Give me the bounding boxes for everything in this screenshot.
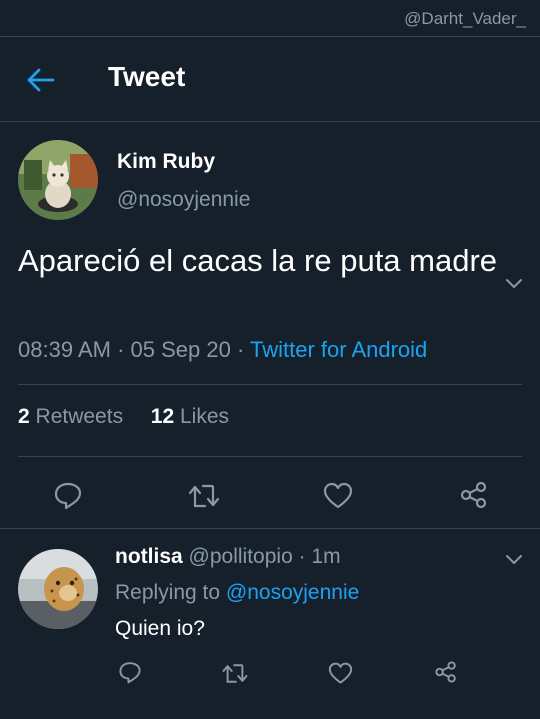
like-label: Likes bbox=[179, 405, 229, 428]
like-icon[interactable] bbox=[328, 662, 353, 685]
replying-to-mention[interactable]: @nosoyjennie bbox=[226, 581, 359, 604]
retweet-icon[interactable] bbox=[187, 482, 221, 510]
header: Tweet bbox=[0, 37, 540, 122]
retweet-count: 2 bbox=[18, 405, 30, 428]
reply-header: notlisa @pollitopio · 1m bbox=[115, 545, 341, 569]
tweet-date: 05 Sep 20 bbox=[130, 337, 231, 362]
divider bbox=[18, 384, 522, 385]
author-handle[interactable]: @nosoyjennie bbox=[117, 188, 250, 212]
replying-to-label: Replying to bbox=[115, 581, 221, 604]
divider bbox=[18, 456, 522, 457]
chevron-down-icon[interactable] bbox=[505, 553, 523, 565]
tweet-text: Apareció el cacas la re puta madre bbox=[18, 243, 498, 278]
tweet-meta: 08:39 AM · 05 Sep 20 · Twitter for Andro… bbox=[18, 337, 427, 363]
reply-time: 1m bbox=[311, 545, 341, 568]
watermark: @Darht_Vader_ bbox=[404, 9, 526, 28]
meta-separator: · bbox=[230, 337, 250, 362]
reply-author-name[interactable]: notlisa bbox=[115, 545, 183, 568]
likes-stat[interactable]: 12 Likes bbox=[151, 405, 229, 428]
replying-to: Replying to @nosoyjennie bbox=[115, 581, 359, 605]
retweet-label: Retweets bbox=[35, 405, 124, 428]
like-icon[interactable] bbox=[323, 482, 353, 510]
page-title: Tweet bbox=[108, 61, 186, 92]
meta-separator: · bbox=[110, 337, 131, 362]
author-name[interactable]: Kim Ruby bbox=[117, 150, 215, 174]
reply-text: Quien io? bbox=[115, 617, 205, 640]
reply-author-handle[interactable]: @pollitopio bbox=[189, 545, 293, 568]
retweet-icon[interactable] bbox=[221, 662, 249, 685]
main-tweet: Kim Ruby @nosoyjennie Apareció el cacas … bbox=[0, 122, 540, 529]
avatar[interactable] bbox=[18, 140, 98, 220]
like-count: 12 bbox=[150, 405, 175, 428]
watermark-bar: @Darht_Vader_ bbox=[0, 0, 540, 37]
share-icon[interactable] bbox=[434, 660, 458, 684]
share-icon[interactable] bbox=[459, 480, 489, 510]
reply-icon[interactable] bbox=[118, 660, 142, 684]
arrow-left-icon[interactable] bbox=[26, 67, 56, 93]
reply-tweet[interactable]: notlisa @pollitopio · 1m Replying to @no… bbox=[0, 529, 540, 719]
avatar[interactable] bbox=[18, 549, 98, 629]
tweet-stats: 2 Retweets 12 Likes bbox=[18, 405, 229, 429]
tweet-source-link[interactable]: Twitter for Android bbox=[250, 337, 427, 362]
reply-icon[interactable] bbox=[53, 480, 83, 510]
meta-separator: · bbox=[292, 545, 312, 568]
tweet-time: 08:39 AM bbox=[18, 337, 111, 362]
retweets-stat[interactable]: 2 Retweets bbox=[18, 405, 123, 428]
